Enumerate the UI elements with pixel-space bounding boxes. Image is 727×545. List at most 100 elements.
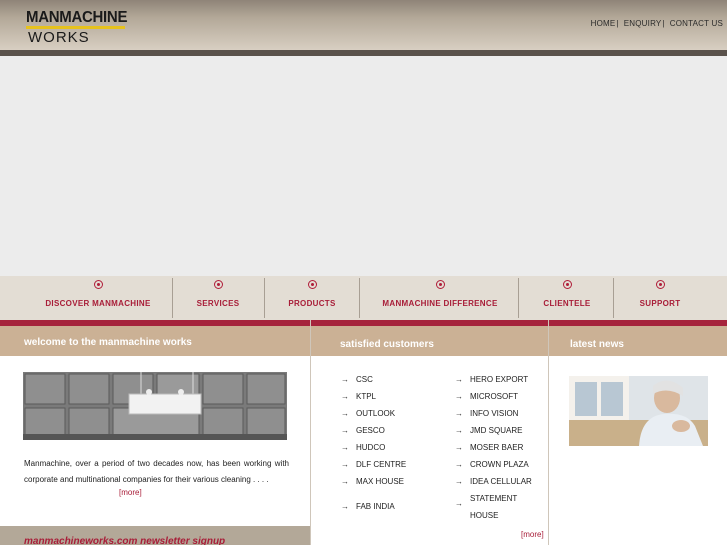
nav-label: SUPPORT [639,299,681,308]
link-separator: | [616,19,619,28]
site-header: MANMACHINE WORKS HOME| ENQUIRY| CONTACT US [0,0,727,50]
arrow-right-icon: → [455,460,463,469]
nav-divider [172,278,173,318]
welcome-panel: welcome to the manmachine works Manmachi… [0,326,310,545]
nav-label: SERVICES [196,299,240,308]
customer-name: STATEMENT HOUSE [470,494,518,520]
arrow-right-icon: → [341,443,349,452]
customer-item[interactable]: → CROWN PLAZA [455,460,532,477]
welcome-more-link[interactable]: [more] [119,488,142,497]
nav-discover-manmachine[interactable]: DISCOVER MANMACHINE [28,276,168,320]
target-icon [563,280,572,289]
customers-panel: satisfied customers → CSC → KTPL → OUTLOOK … [311,326,548,545]
customer-name: IDEA CELLULAR [470,477,532,486]
nav-label: CLIENTELE [543,299,591,308]
customer-name: MICROSOFT [470,392,518,401]
arrow-right-icon: → [455,375,463,384]
nav-label: DISCOVER MANMACHINE [45,299,151,308]
nav-products[interactable]: PRODUCTS [272,276,352,320]
nav-clientele[interactable]: CLIENTELE [527,276,607,320]
contact-us-link[interactable]: CONTACT US [670,19,723,28]
welcome-header: welcome to the manmachine works [0,326,310,356]
customer-name: KTPL [356,392,377,401]
customer-name: FAB INDIA [356,502,395,511]
customers-header: satisfied customers [311,326,548,356]
news-title: latest news [570,339,624,350]
target-icon [94,280,103,289]
customer-name: CROWN PLAZA [470,460,529,469]
newsletter-label: manmachineworks.com newsletter signup [24,536,226,545]
customer-name: HERO EXPORT [470,375,529,384]
arrow-right-icon: → [455,392,463,401]
customer-name: HUDCO [356,443,386,452]
arrow-right-icon: → [455,443,463,452]
nav-divider [264,278,265,318]
customers-list-right: → HERO EXPORT → MICROSOFT → INFO VISION → JM… [455,375,532,524]
arrow-right-icon: → [455,477,463,486]
main-nav: DISCOVER MANMACHINE SERVICES PRODUCTS MA… [0,276,727,320]
logo-line2: WORKS [28,29,90,46]
newsletter-signup[interactable]: manmachineworks.com newsletter signup [0,526,310,545]
customer-item[interactable]: → OUTLOOK [341,409,406,426]
customer-item[interactable]: → CSC [341,375,406,392]
arrow-right-icon: → [341,460,349,469]
customer-name: DLF CENTRE [356,460,407,469]
customer-item[interactable]: → MOSER BAER [455,443,532,460]
arrow-right-icon: → [341,375,349,384]
customer-item[interactable]: → GESCO [341,426,406,443]
target-icon [308,280,317,289]
welcome-text: Manmachine, over a period of two decades… [24,456,289,487]
news-header: latest news [549,326,727,356]
arrow-right-icon: → [341,409,349,418]
customer-item[interactable]: → KTPL [341,392,406,409]
arrow-right-icon: → [341,477,349,486]
logo-line1: MANMACHINE [26,8,128,27]
logo[interactable]: MANMACHINE WORKS [26,10,127,46]
nav-label: PRODUCTS [288,299,336,308]
arrow-right-icon: → [455,499,463,508]
nav-manmachine-difference[interactable]: MANMACHINE DIFFERENCE [370,276,510,320]
customers-more-link[interactable]: [more] [521,530,544,539]
customers-title: satisfied customers [340,339,434,350]
customer-item[interactable]: → JMD SQUARE [455,426,532,443]
customer-item[interactable]: → MICROSOFT [455,392,532,409]
nav-divider [518,278,519,318]
arrow-right-icon: → [455,409,463,418]
nav-divider [613,278,614,318]
customer-name: MAX HOUSE [356,477,405,486]
nav-services[interactable]: SERVICES [178,276,258,320]
arrow-right-icon: → [455,426,463,435]
customer-item[interactable]: → INFO VISION [455,409,532,426]
top-links: HOME| ENQUIRY| CONTACT US [591,19,723,28]
customer-item[interactable]: → STATEMENT HOUSE [455,490,532,524]
banner-area [0,56,727,276]
customer-name: OUTLOOK [356,409,396,418]
news-image [569,376,708,446]
customer-name: GESCO [356,426,385,435]
customer-item[interactable]: → FAB INDIA [341,502,406,519]
customer-name: INFO VISION [470,409,519,418]
target-icon [656,280,665,289]
link-separator: | [662,19,665,28]
customer-name: MOSER BAER [470,443,524,452]
arrow-right-icon: → [341,502,349,511]
customer-item[interactable]: → HERO EXPORT [455,375,532,392]
target-icon [214,280,223,289]
news-panel: latest news [549,326,727,545]
welcome-body: Manmachine, over a period of two decades… [24,459,289,484]
customer-item[interactable]: → HUDCO [341,443,406,460]
nav-label: MANMACHINE DIFFERENCE [382,299,498,308]
arrow-right-icon: → [341,426,349,435]
home-link[interactable]: HOME [591,19,616,28]
nav-support[interactable]: SUPPORT [620,276,700,320]
arrow-right-icon: → [341,392,349,401]
customers-list-left: → CSC → KTPL → OUTLOOK → GESCO → HUDCO → DLF C… [341,375,406,519]
building-cleaning-image [23,372,287,440]
customer-item[interactable]: → MAX HOUSE [341,477,406,494]
enquiry-link[interactable]: ENQUIRY [624,19,662,28]
target-icon [436,280,445,289]
nav-divider [359,278,360,318]
customer-item[interactable]: → DLF CENTRE [341,460,406,477]
customer-name: JMD SQUARE [470,426,523,435]
customer-name: CSC [356,375,373,384]
